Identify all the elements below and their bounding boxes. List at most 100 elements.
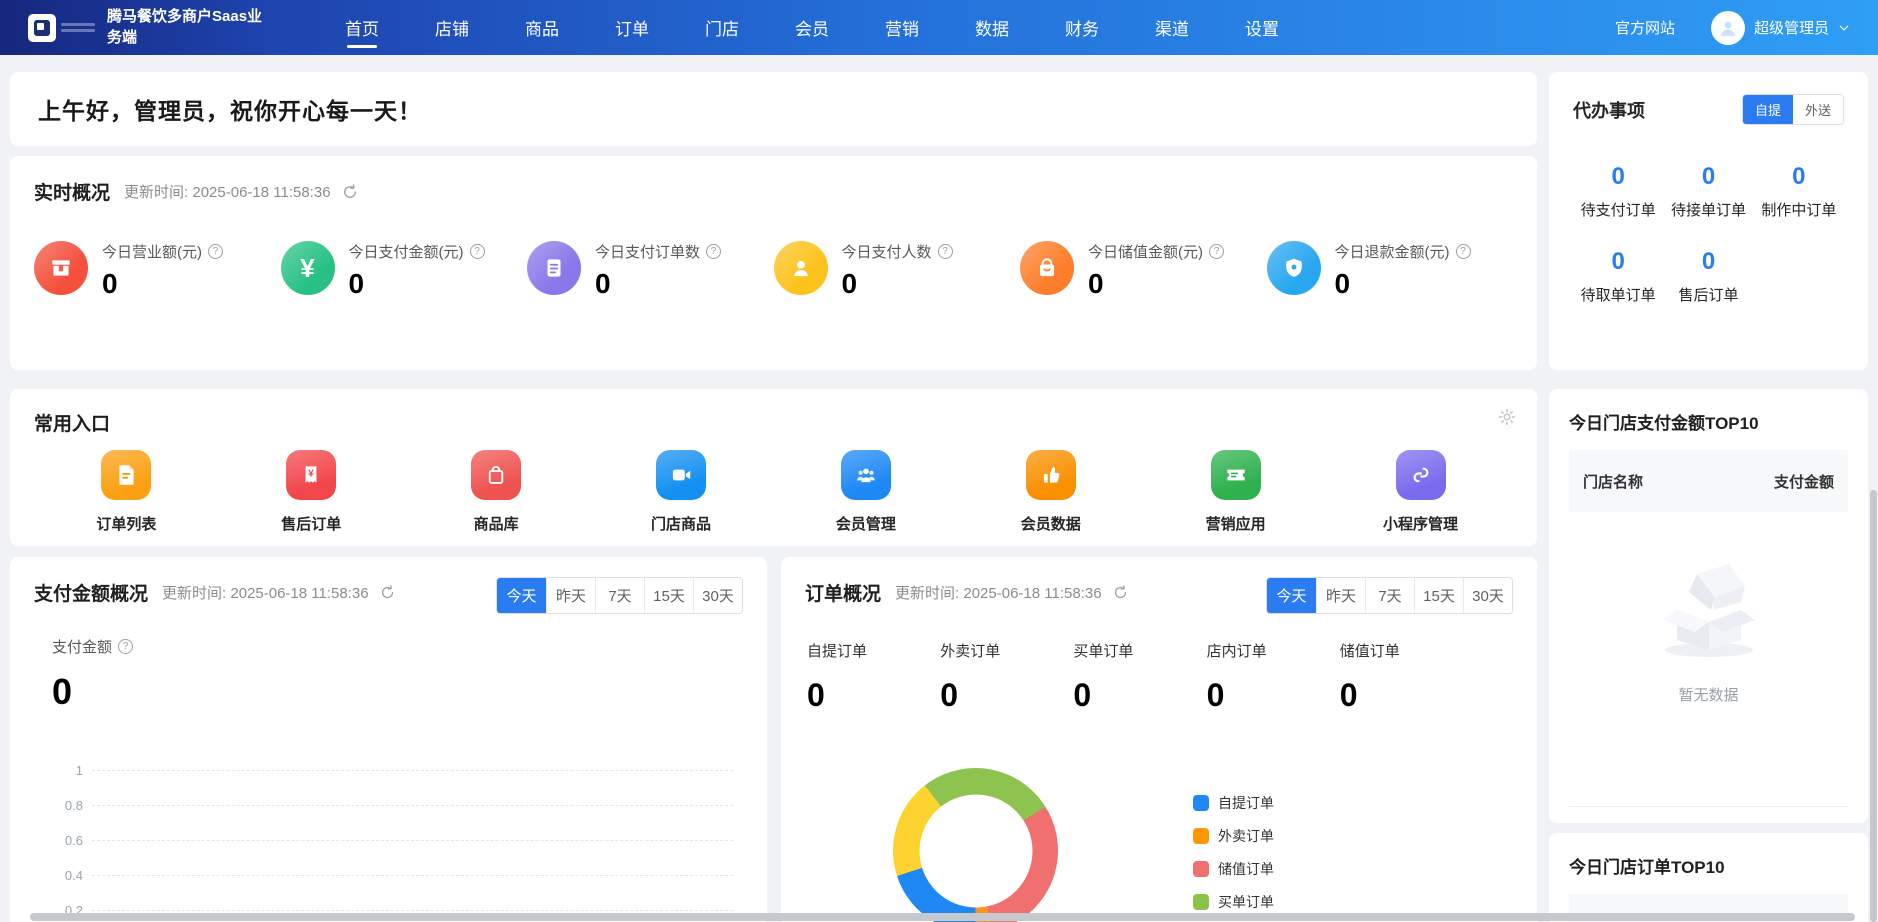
help-icon[interactable]: ?: [706, 244, 721, 259]
entry-miniprogram-management[interactable]: 小程序管理: [1328, 450, 1513, 534]
stat-label: 今日退款金额(元): [1335, 241, 1450, 262]
tab-7days[interactable]: 7天: [595, 578, 644, 613]
help-icon[interactable]: ?: [470, 244, 485, 259]
entry-member-data[interactable]: 会员数据: [958, 450, 1143, 534]
todo-stat-to-accept[interactable]: 0 待接单订单: [1663, 163, 1753, 220]
tab-yesterday[interactable]: 昨天: [1316, 578, 1365, 613]
toggle-delivery[interactable]: 外送: [1793, 95, 1843, 124]
entry-marketing-apps[interactable]: 营销应用: [1143, 450, 1328, 534]
order-legend: 自提订单 外卖订单 储值订单 买单订单: [1193, 793, 1274, 912]
legend-pickup-orders[interactable]: 自提订单: [1193, 793, 1274, 813]
store-order-top10-title: 今日门店订单TOP10: [1569, 853, 1848, 878]
stat-label: 今日支付金额(元): [349, 241, 464, 262]
horizontal-scrollbar[interactable]: [30, 913, 1855, 921]
order-list-icon: [101, 450, 151, 500]
update-time-value: 2025-06-18 11:58:36: [230, 585, 368, 602]
entry-after-sale-orders[interactable]: ¥ 售后订单: [219, 450, 404, 534]
update-time-label: 更新时间:: [162, 585, 226, 602]
avatar[interactable]: [1711, 11, 1745, 45]
top-navbar: 腾马餐饮多商户Saas业务端 首页 店铺 商品 订单 门店 会员 营销 数据 财…: [0, 0, 1878, 55]
nav-item-finance[interactable]: 财务: [1061, 0, 1103, 55]
nav-item-shop[interactable]: 店铺: [431, 0, 473, 55]
nav-item-goods[interactable]: 商品: [521, 0, 563, 55]
stat-label: 外卖订单: [940, 640, 1073, 661]
entry-goods-library[interactable]: 商品库: [404, 450, 589, 534]
nav-item-home[interactable]: 首页: [341, 0, 383, 55]
todo-label: 售后订单: [1663, 284, 1753, 305]
nav-item-members[interactable]: 会员: [791, 0, 833, 55]
refresh-icon[interactable]: [379, 584, 396, 601]
help-icon[interactable]: ?: [1456, 244, 1471, 259]
todo-stat-unpaid[interactable]: 0 待支付订单: [1573, 163, 1663, 220]
realtime-title: 实时概况: [34, 178, 110, 205]
update-time-value: 2025-06-18 11:58:36: [963, 585, 1101, 602]
vertical-scrollbar[interactable]: [1870, 490, 1877, 922]
user-menu[interactable]: 超级管理员: [1711, 11, 1850, 45]
tab-30days[interactable]: 30天: [1463, 578, 1512, 613]
nav-item-settings[interactable]: 设置: [1241, 0, 1283, 55]
stat-value: 0: [1073, 677, 1206, 714]
nav-item-orders[interactable]: 订单: [611, 0, 653, 55]
entry-label: 门店商品: [651, 513, 711, 534]
help-icon[interactable]: ?: [118, 639, 133, 654]
todo-stat-to-pickup[interactable]: 0 待取单订单: [1573, 248, 1663, 305]
todo-stat-after-sale[interactable]: 0 售后订单: [1663, 248, 1753, 305]
refresh-icon[interactable]: [341, 183, 359, 201]
column-payment-amount: 支付金额: [1774, 471, 1834, 492]
stat-today-paying-users: 今日支付人数? 0: [774, 241, 1021, 300]
todo-value: 0: [1663, 248, 1753, 276]
legend-swatch: [1193, 828, 1209, 844]
stat-label: 店内订单: [1207, 640, 1340, 661]
gear-icon[interactable]: [1497, 407, 1517, 427]
legend-pay-bill-orders[interactable]: 买单订单: [1193, 892, 1274, 912]
payment-line-chart: 1 0.8 0.6 0.4 0.2: [34, 753, 743, 922]
stat-label: 储值订单: [1340, 640, 1473, 661]
stat-value: 0: [842, 268, 953, 300]
stat-today-paid-orders: 今日支付订单数? 0: [527, 241, 774, 300]
todo-mode-toggle: 自提 外送: [1742, 94, 1844, 125]
nav-item-data[interactable]: 数据: [971, 0, 1013, 55]
svg-text:¥: ¥: [308, 469, 314, 480]
payment-range-tabs: 今天 昨天 7天 15天 30天: [496, 577, 743, 614]
tab-today[interactable]: 今天: [497, 578, 546, 613]
thumb-data-icon: [1026, 450, 1076, 500]
stat-label: 今日营业额(元): [102, 241, 202, 262]
tab-today[interactable]: 今天: [1267, 578, 1316, 613]
stat-value: 0: [102, 268, 223, 300]
legend-delivery-orders[interactable]: 外卖订单: [1193, 826, 1274, 846]
update-time-label: 更新时间:: [124, 184, 188, 201]
tab-7days[interactable]: 7天: [1365, 578, 1414, 613]
nav-item-channels[interactable]: 渠道: [1151, 0, 1193, 55]
greeting-text: 上午好，管理员，祝你开心每一天！: [38, 92, 422, 126]
entry-label: 会员数据: [1021, 513, 1081, 534]
official-website-link[interactable]: 官方网站: [1615, 17, 1675, 38]
refresh-icon[interactable]: [1112, 584, 1129, 601]
tab-yesterday[interactable]: 昨天: [546, 578, 595, 613]
help-icon[interactable]: ?: [938, 244, 953, 259]
help-icon[interactable]: ?: [1209, 244, 1224, 259]
entry-member-management[interactable]: 会员管理: [774, 450, 959, 534]
todo-title: 代办事项: [1573, 97, 1645, 123]
tab-30days[interactable]: 30天: [693, 578, 742, 613]
todo-stat-making[interactable]: 0 制作中订单: [1754, 163, 1844, 220]
legend-stored-value-orders[interactable]: 储值订单: [1193, 859, 1274, 879]
help-icon[interactable]: ?: [208, 244, 223, 259]
order-range-tabs: 今天 昨天 7天 15天 30天: [1266, 577, 1513, 614]
toggle-pickup[interactable]: 自提: [1743, 95, 1793, 124]
nav-item-stores[interactable]: 门店: [701, 0, 743, 55]
entry-store-goods[interactable]: 门店商品: [589, 450, 774, 534]
update-time-label: 更新时间:: [895, 585, 959, 602]
main-nav: 首页 店铺 商品 订单 门店 会员 营销 数据 财务 渠道 设置: [317, 0, 1307, 55]
tab-15days[interactable]: 15天: [1414, 578, 1463, 613]
stat-label: 自提订单: [807, 640, 940, 661]
goods-bag-icon: [471, 450, 521, 500]
legend-label: 外卖订单: [1218, 826, 1274, 846]
legend-label: 自提订单: [1218, 793, 1274, 813]
stat-pay-bill-orders: 买单订单 0: [1073, 640, 1206, 714]
empty-box-illustration: [1639, 552, 1779, 662]
payment-overview-card: 支付金额概况 更新时间: 2025-06-18 11:58:36 今天 昨天 7…: [10, 557, 767, 922]
nav-item-marketing[interactable]: 营销: [881, 0, 923, 55]
entry-order-list[interactable]: 订单列表: [34, 450, 219, 534]
yen-icon: ¥: [281, 241, 335, 295]
tab-15days[interactable]: 15天: [644, 578, 693, 613]
